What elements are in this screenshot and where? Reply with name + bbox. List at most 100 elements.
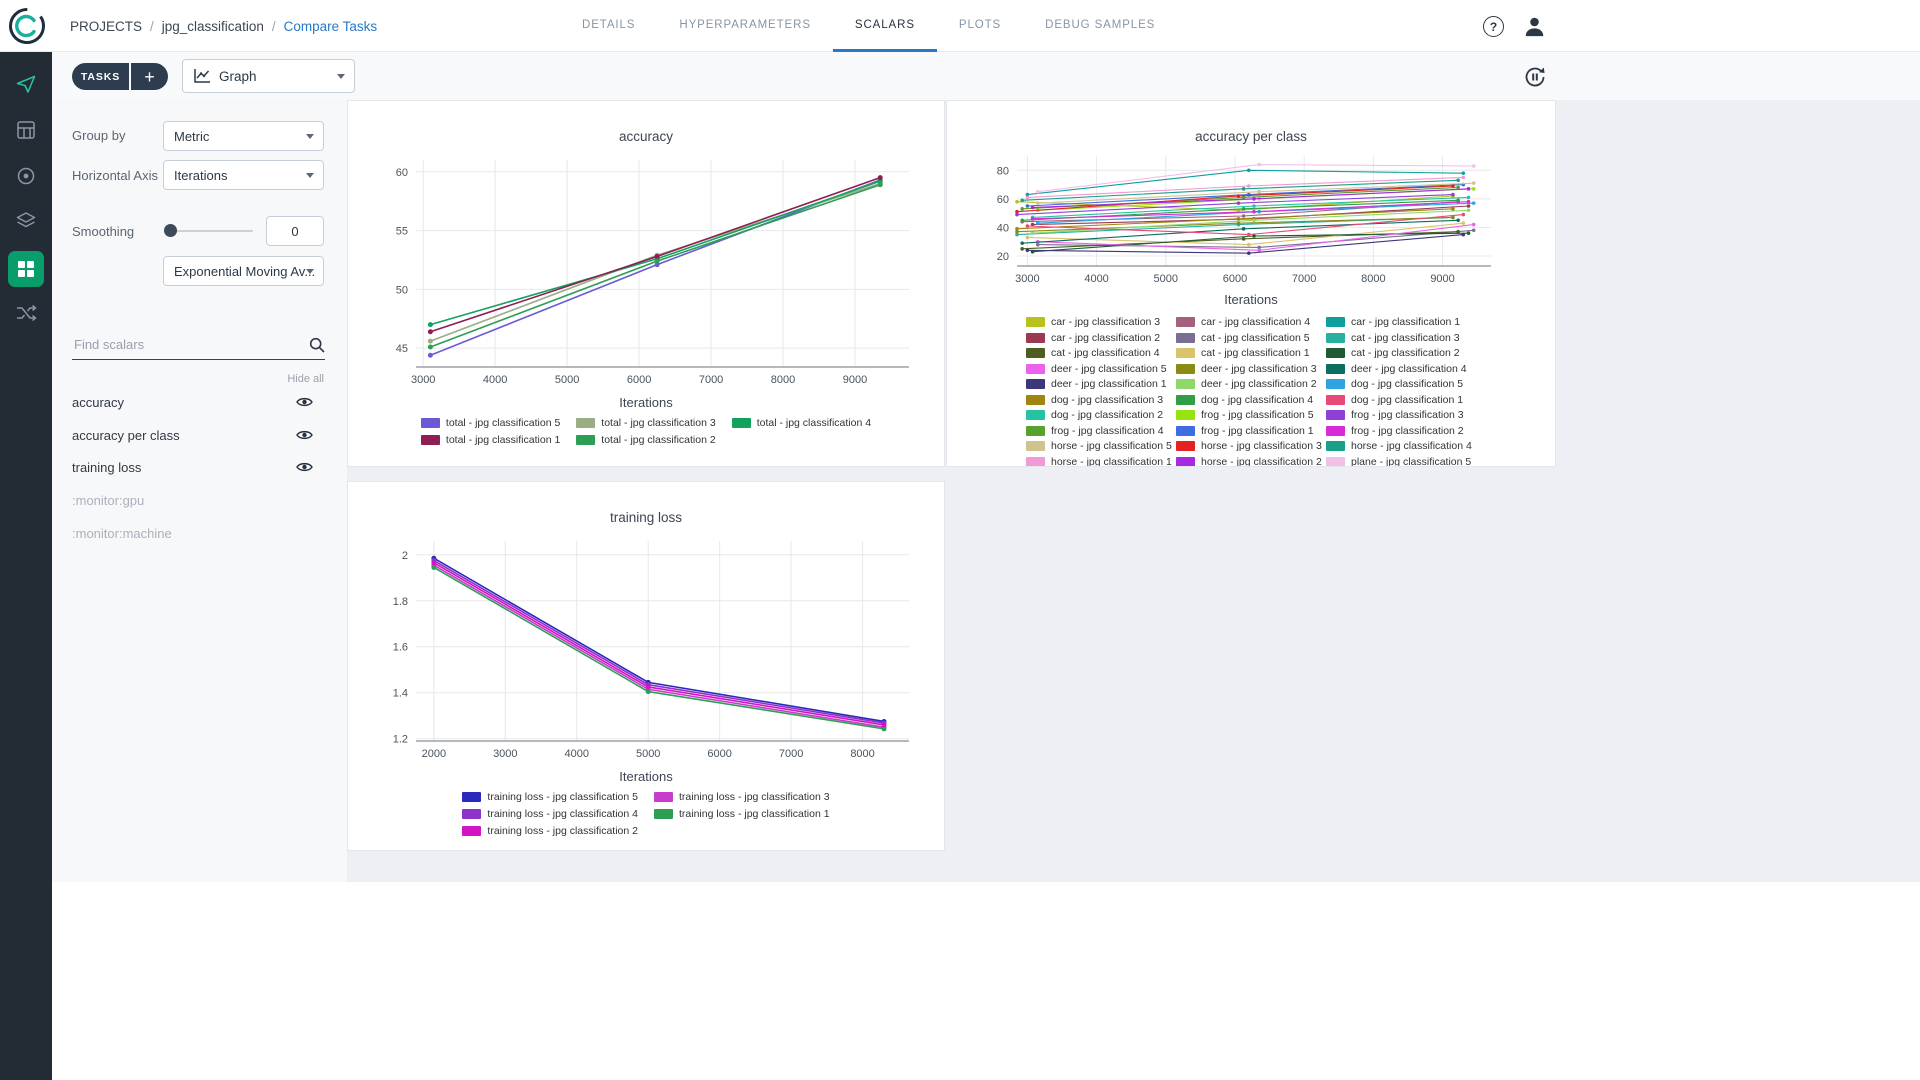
metric-row-accuracy-per-class[interactable]: accuracy per class (52, 420, 347, 450)
metric-row-monitor-machine[interactable]: :monitor:machine (52, 518, 347, 548)
tab-scalars[interactable]: SCALARS (833, 0, 937, 52)
chevron-down-icon (306, 134, 314, 139)
legend-item[interactable]: horse - jpg classification 3 (1176, 440, 1326, 452)
user-avatar-icon[interactable] (1521, 13, 1548, 40)
search-icon[interactable] (309, 337, 325, 353)
legend-item[interactable]: car - jpg classification 4 (1176, 316, 1326, 328)
accuracy-per-class-chart-canvas[interactable]: 300040005000600070008000900020406080 (947, 148, 1555, 290)
legend-item[interactable]: total - jpg classification 5 (421, 417, 560, 429)
legend-item[interactable]: frog - jpg classification 2 (1326, 425, 1476, 437)
help-icon[interactable]: ? (1483, 16, 1504, 37)
legend-item[interactable]: dog - jpg classification 5 (1326, 378, 1476, 390)
nav-datasets[interactable] (0, 201, 52, 241)
metric-row-monitor-gpu[interactable]: :monitor:gpu (52, 485, 347, 515)
legend-item[interactable]: dog - jpg classification 4 (1176, 394, 1326, 406)
nav-dashboard[interactable] (0, 110, 52, 150)
x-axis-label: Iterations (348, 769, 944, 784)
legend-item[interactable]: frog - jpg classification 1 (1176, 425, 1326, 437)
legend-item[interactable]: cat - jpg classification 4 (1026, 347, 1176, 359)
add-task-button[interactable]: + (131, 63, 168, 90)
legend-item[interactable]: total - jpg classification 4 (732, 417, 871, 429)
legend-swatch (1326, 348, 1345, 358)
legend-item[interactable]: training loss - jpg classification 2 (462, 825, 638, 837)
legend-label: deer - jpg classification 4 (1351, 363, 1467, 375)
training-loss-chart-canvas[interactable]: 20003000400050006000700080001.21.41.61.8… (348, 529, 944, 767)
legend-item[interactable]: frog - jpg classification 3 (1326, 409, 1476, 421)
horizontal-axis-select[interactable]: Iterations (163, 160, 324, 190)
chart-icon (193, 68, 211, 84)
legend-item[interactable]: training loss - jpg classification 5 (462, 791, 638, 803)
svg-text:2000: 2000 (422, 748, 446, 760)
eye-icon[interactable] (296, 429, 313, 441)
tab-debug-samples[interactable]: DEBUG SAMPLES (1023, 0, 1177, 52)
nav-getting-started[interactable] (0, 64, 52, 104)
smoothing-method-select[interactable]: Exponential Moving Av... (163, 256, 324, 286)
smoothing-slider[interactable] (165, 230, 253, 232)
legend-label: cat - jpg classification 2 (1351, 347, 1460, 359)
legend-item[interactable]: training loss - jpg classification 1 (654, 808, 830, 820)
legend-item[interactable]: deer - jpg classification 2 (1176, 378, 1326, 390)
legend-label: horse - jpg classification 5 (1051, 440, 1172, 452)
metric-row-training-loss[interactable]: training loss (52, 452, 347, 482)
legend-item[interactable]: cat - jpg classification 1 (1176, 347, 1326, 359)
accuracy-chart-canvas[interactable]: 300040005000600070008000900045505560 (348, 148, 944, 393)
legend-item[interactable]: deer - jpg classification 3 (1176, 363, 1326, 375)
legend-item[interactable]: car - jpg classification 2 (1026, 332, 1176, 344)
legend-item[interactable]: car - jpg classification 1 (1326, 316, 1476, 328)
breadcrumb-current-page[interactable]: Compare Tasks (284, 19, 378, 34)
find-scalars-input[interactable] (72, 336, 309, 353)
legend-item[interactable]: deer - jpg classification 1 (1026, 378, 1176, 390)
legend-item[interactable]: deer - jpg classification 5 (1026, 363, 1176, 375)
legend-item[interactable]: horse - jpg classification 1 (1026, 456, 1176, 468)
legend-item[interactable]: frog - jpg classification 4 (1026, 425, 1176, 437)
legend-item[interactable]: training loss - jpg classification 4 (462, 808, 638, 820)
legend-swatch (1026, 317, 1045, 327)
breadcrumb-project[interactable]: jpg_classification (162, 19, 264, 34)
legend-swatch (1176, 364, 1195, 374)
eye-icon[interactable] (296, 461, 313, 473)
metric-row-accuracy[interactable]: accuracy (52, 387, 347, 417)
legend-item[interactable]: cat - jpg classification 3 (1326, 332, 1476, 344)
legend-item[interactable]: deer - jpg classification 4 (1326, 363, 1476, 375)
breadcrumb-projects[interactable]: PROJECTS (70, 19, 142, 34)
legend-item[interactable]: dog - jpg classification 3 (1026, 394, 1176, 406)
tasks-button[interactable]: TASKS (72, 63, 129, 90)
legend-item[interactable]: dog - jpg classification 1 (1326, 394, 1476, 406)
eye-icon[interactable] (296, 396, 313, 408)
group-by-select[interactable]: Metric (163, 121, 324, 151)
tab-plots[interactable]: PLOTS (937, 0, 1023, 52)
legend-swatch (1326, 457, 1345, 467)
legend-item[interactable]: total - jpg classification 2 (576, 434, 715, 446)
legend-item[interactable]: horse - jpg classification 2 (1176, 456, 1326, 468)
nav-experiments-active[interactable] (0, 247, 52, 291)
charts-area: accuracy 3000400050006000700080009000455… (347, 100, 1920, 882)
auto-refresh-icon[interactable] (1522, 64, 1548, 90)
clearml-logo[interactable] (7, 6, 47, 46)
svg-text:6000: 6000 (627, 374, 651, 386)
legend-item[interactable]: car - jpg classification 3 (1026, 316, 1176, 328)
legend-item[interactable]: training loss - jpg classification 3 (654, 791, 830, 803)
legend-label: car - jpg classification 4 (1201, 316, 1310, 328)
view-mode-select[interactable]: Graph (182, 59, 355, 93)
legend-swatch (1326, 317, 1345, 327)
legend-item[interactable]: dog - jpg classification 2 (1026, 409, 1176, 421)
breadcrumb-separator: / (150, 19, 154, 34)
smoothing-slider-knob[interactable] (164, 224, 177, 237)
legend-item[interactable]: plane - jpg classification 5 (1326, 456, 1476, 468)
legend-item[interactable]: cat - jpg classification 2 (1326, 347, 1476, 359)
legend-item[interactable]: total - jpg classification 3 (576, 417, 715, 429)
legend-item[interactable]: total - jpg classification 1 (421, 434, 560, 446)
legend-item[interactable]: horse - jpg classification 5 (1026, 440, 1176, 452)
smoothing-value-input[interactable] (266, 216, 324, 246)
legend-swatch (1026, 379, 1045, 389)
legend-item[interactable]: cat - jpg classification 5 (1176, 332, 1326, 344)
nav-pipelines[interactable] (0, 293, 52, 333)
legend-label: dog - jpg classification 2 (1051, 409, 1163, 421)
legend-item[interactable]: horse - jpg classification 4 (1326, 440, 1476, 452)
svg-text:9000: 9000 (1430, 273, 1454, 285)
legend-item[interactable]: frog - jpg classification 5 (1176, 409, 1326, 421)
hide-all-link[interactable]: Hide all (287, 373, 324, 385)
nav-workers[interactable] (0, 156, 52, 196)
tab-details[interactable]: DETAILS (560, 0, 657, 52)
tab-hyperparameters[interactable]: HYPERPARAMETERS (657, 0, 833, 52)
